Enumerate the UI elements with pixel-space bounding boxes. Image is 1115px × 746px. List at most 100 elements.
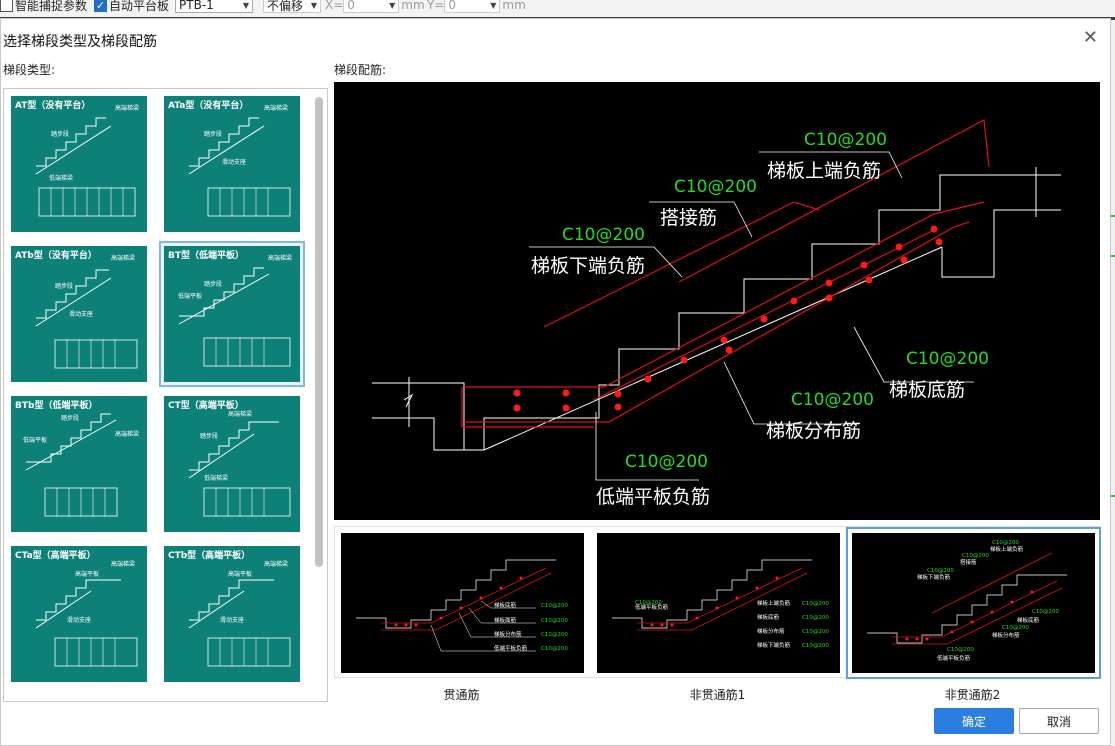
rebar-label: 梯段配筋: [334, 63, 387, 77]
svg-text:梯板分布筋: 梯板分布筋 [757, 627, 785, 635]
platform-select[interactable]: PTB-1 ▼ [175, 0, 253, 13]
cancel-button[interactable]: 取消 [1019, 708, 1099, 734]
type-list-scrollbar[interactable] [315, 97, 323, 567]
option-non-through-2[interactable]: C10@200 梯板上端负筋 C10@200 搭接筋 C10@200 梯板下端负… [846, 527, 1101, 679]
svg-text:低端平板: 低端平板 [178, 292, 202, 300]
stair-type-drawing: 高端梯梁 踏步段 低端梯梁 [188, 410, 291, 517]
x-input[interactable]: 0 ▼ [343, 0, 400, 13]
rebar-name-label: 低端平板负筋 [596, 486, 710, 508]
svg-text:梯板分布筋: 梯板分布筋 [992, 631, 1020, 639]
close-icon[interactable]: ✕ [1083, 27, 1098, 48]
svg-text:梯板底筋: 梯板底筋 [494, 601, 517, 609]
ok-button[interactable]: 确定 [934, 708, 1014, 734]
rebar-options: 梯板底筋 梯板面筋 梯板分布筋 低端平板负筋 C10@200 C10@200 C… [334, 526, 1101, 679]
stair-rebar-dialog: 选择梯段类型及梯段配筋 ✕ 梯段类型: 梯段配筋: AT型（没有平台） 高端梯梁… [0, 18, 1111, 746]
auto-platform-label: 自动平台板 [109, 0, 170, 13]
spec-label: C10@200 [625, 452, 708, 472]
type-label: 梯段类型: [3, 63, 56, 77]
svg-text:梯板面筋: 梯板面筋 [494, 616, 517, 624]
svg-text:C10@200: C10@200 [541, 632, 568, 638]
chevron-down-icon: ▼ [310, 0, 317, 10]
option-non-through-1[interactable]: 低端平板负筋 C10@200 梯板上端负筋 梯板底筋 梯板分布筋 梯板下端负筋 … [591, 527, 846, 679]
svg-text:踏步段: 踏步段 [61, 414, 79, 422]
svg-text:高端梯梁: 高端梯梁 [111, 560, 135, 568]
svg-text:梯板上端负筋: 梯板上端负筋 [757, 599, 791, 607]
svg-text:梯板下端负筋: 梯板下端负筋 [917, 573, 951, 581]
svg-text:高端梯梁: 高端梯梁 [228, 410, 252, 418]
svg-text:滑动支座: 滑动支座 [67, 616, 91, 624]
y-coord: Y= 0 ▼ mm [427, 0, 526, 13]
svg-text:C10@200: C10@200 [635, 600, 662, 606]
rebar-name-label: 梯板下端负筋 [531, 255, 645, 277]
option-label-non-through-2: 非贯通筋2 [944, 688, 1001, 702]
svg-text:梯板底筋: 梯板底筋 [757, 613, 780, 621]
stair-type-drawing: 高端梯梁 高端平板 滑动支座 [35, 560, 138, 667]
stair-type-drawing: 高端梯梁 踏步段 低端梯梁 [35, 104, 139, 217]
smart-snap-checkbox[interactable]: 智能捕捉参数 [0, 0, 87, 13]
svg-text:高端梯梁: 高端梯梁 [264, 104, 288, 112]
svg-text:梯板分布筋: 梯板分布筋 [494, 630, 522, 638]
rebar-name-label: 搭接筋 [660, 207, 717, 229]
svg-text:低端平板负筋: 低端平板负筋 [494, 644, 528, 652]
spec-label: C10@200 [906, 349, 989, 369]
stair-type-bt[interactable]: BT型（低端平板） 高端梯梁 低端平板 踏步段 [159, 241, 305, 387]
stair-type-btb[interactable]: BTb型（低端平板） 踏步段 低端平板 高端梯梁 [6, 391, 152, 537]
spec-label: C10@200 [791, 390, 874, 410]
svg-text:低端梯梁: 低端梯梁 [49, 174, 73, 182]
stair-type-list: AT型（没有平台） 高端梯梁 踏步段 低端梯梁 ATa型（没有平台） 高端梯梁 … [3, 88, 328, 702]
rebar-drawing: C10@200 梯板上端负筋 C10@200 搭接筋 C10@200 梯板下端负… [372, 119, 1061, 508]
stair-type-drawing: 踏步段 低端平板 高端梯梁 [23, 413, 139, 517]
x-label: X= [325, 0, 344, 12]
stair-type-ata[interactable]: ATa型（没有平台） 高端梯梁 踏步段 滑动支座 [159, 91, 305, 237]
svg-text:高端梯梁: 高端梯梁 [111, 254, 135, 262]
svg-text:搭接筋: 搭接筋 [960, 558, 977, 566]
stair-type-ct[interactable]: CT型（高端平板） 高端梯梁 踏步段 低端梯梁 [159, 391, 305, 537]
svg-text:踏步段: 踏步段 [55, 282, 73, 290]
rebar-name-label: 梯板上端负筋 [767, 160, 881, 182]
option-label-through: 贯通筋 [443, 688, 480, 702]
option-drawing: C10@200 梯板上端负筋 C10@200 搭接筋 C10@200 梯板下端负… [867, 540, 1067, 662]
stair-type-atb[interactable]: ATb型（没有平台） 高端梯梁 踏步段 滑动支座 [6, 241, 152, 387]
svg-text:高端梯梁: 高端梯梁 [115, 430, 139, 438]
svg-text:梯板下端负筋: 梯板下端负筋 [757, 641, 791, 649]
svg-text:低端平板: 低端平板 [23, 436, 47, 444]
svg-text:梯板底筋: 梯板底筋 [1017, 616, 1040, 624]
stair-type-at[interactable]: AT型（没有平台） 高端梯梁 踏步段 低端梯梁 [6, 91, 152, 237]
svg-text:C10@200: C10@200 [992, 540, 1019, 546]
option-drawing: 低端平板负筋 C10@200 梯板上端负筋 梯板底筋 梯板分布筋 梯板下端负筋 … [612, 559, 829, 649]
spec-label: C10@200 [804, 130, 887, 150]
y-input[interactable]: 0 ▼ [444, 0, 501, 13]
svg-text:C10@200: C10@200 [541, 618, 568, 624]
spec-label: C10@200 [562, 225, 645, 245]
offset-value: 不偏移 [267, 0, 304, 13]
svg-text:C10@200: C10@200 [802, 601, 829, 607]
dialog-title: 选择梯段类型及梯段配筋 [3, 34, 157, 50]
x-coord: X= 0 ▼ mm [325, 0, 425, 13]
rebar-preview: C10@200 梯板上端负筋 C10@200 搭接筋 C10@200 梯板下端负… [334, 82, 1100, 520]
svg-text:滑动支座: 滑动支座 [69, 310, 93, 318]
svg-text:滑动支座: 滑动支座 [222, 158, 246, 166]
svg-text:C10@200: C10@200 [1002, 625, 1029, 631]
top-toolbar: 智能捕捉参数 ✓ 自动平台板 PTB-1 ▼ 不偏移 ▼ X= 0 ▼ mm Y=… [0, 0, 1115, 17]
checkbox-icon [0, 0, 13, 12]
platform-value: PTB-1 [179, 0, 214, 12]
stair-type-drawing: 高端梯梁 低端平板 踏步段 [178, 254, 292, 367]
chevron-down-icon: ▼ [242, 0, 249, 10]
svg-text:高端梯梁: 高端梯梁 [268, 254, 292, 262]
svg-text:踏步段: 踏步段 [51, 130, 69, 138]
spec-label: C10@200 [674, 177, 757, 197]
x-unit: mm [401, 0, 425, 12]
svg-text:C10@200: C10@200 [541, 603, 568, 609]
rebar-name-label: 梯板分布筋 [766, 420, 861, 442]
svg-text:C10@200: C10@200 [541, 646, 568, 652]
svg-text:高端平板: 高端平板 [75, 570, 99, 578]
svg-text:C10@200: C10@200 [802, 643, 829, 649]
stair-type-cta[interactable]: CTa型（高端平板） 高端梯梁 高端平板 滑动支座 [6, 541, 152, 687]
stair-type-drawing: 高端梯梁 高端平板 滑动支座 [188, 560, 291, 667]
svg-text:梯板上端负筋: 梯板上端负筋 [990, 545, 1024, 553]
option-through-rebar[interactable]: 梯板底筋 梯板面筋 梯板分布筋 低端平板负筋 C10@200 C10@200 C… [335, 527, 590, 679]
stair-type-ctb[interactable]: CTb型（高端平板） 高端梯梁 高端平板 滑动支座 [159, 541, 305, 687]
auto-platform-checkbox[interactable]: ✓ 自动平台板 [94, 0, 169, 13]
offset-select[interactable]: 不偏移 ▼ [263, 0, 321, 13]
svg-text:高端梯梁: 高端梯梁 [115, 104, 139, 112]
